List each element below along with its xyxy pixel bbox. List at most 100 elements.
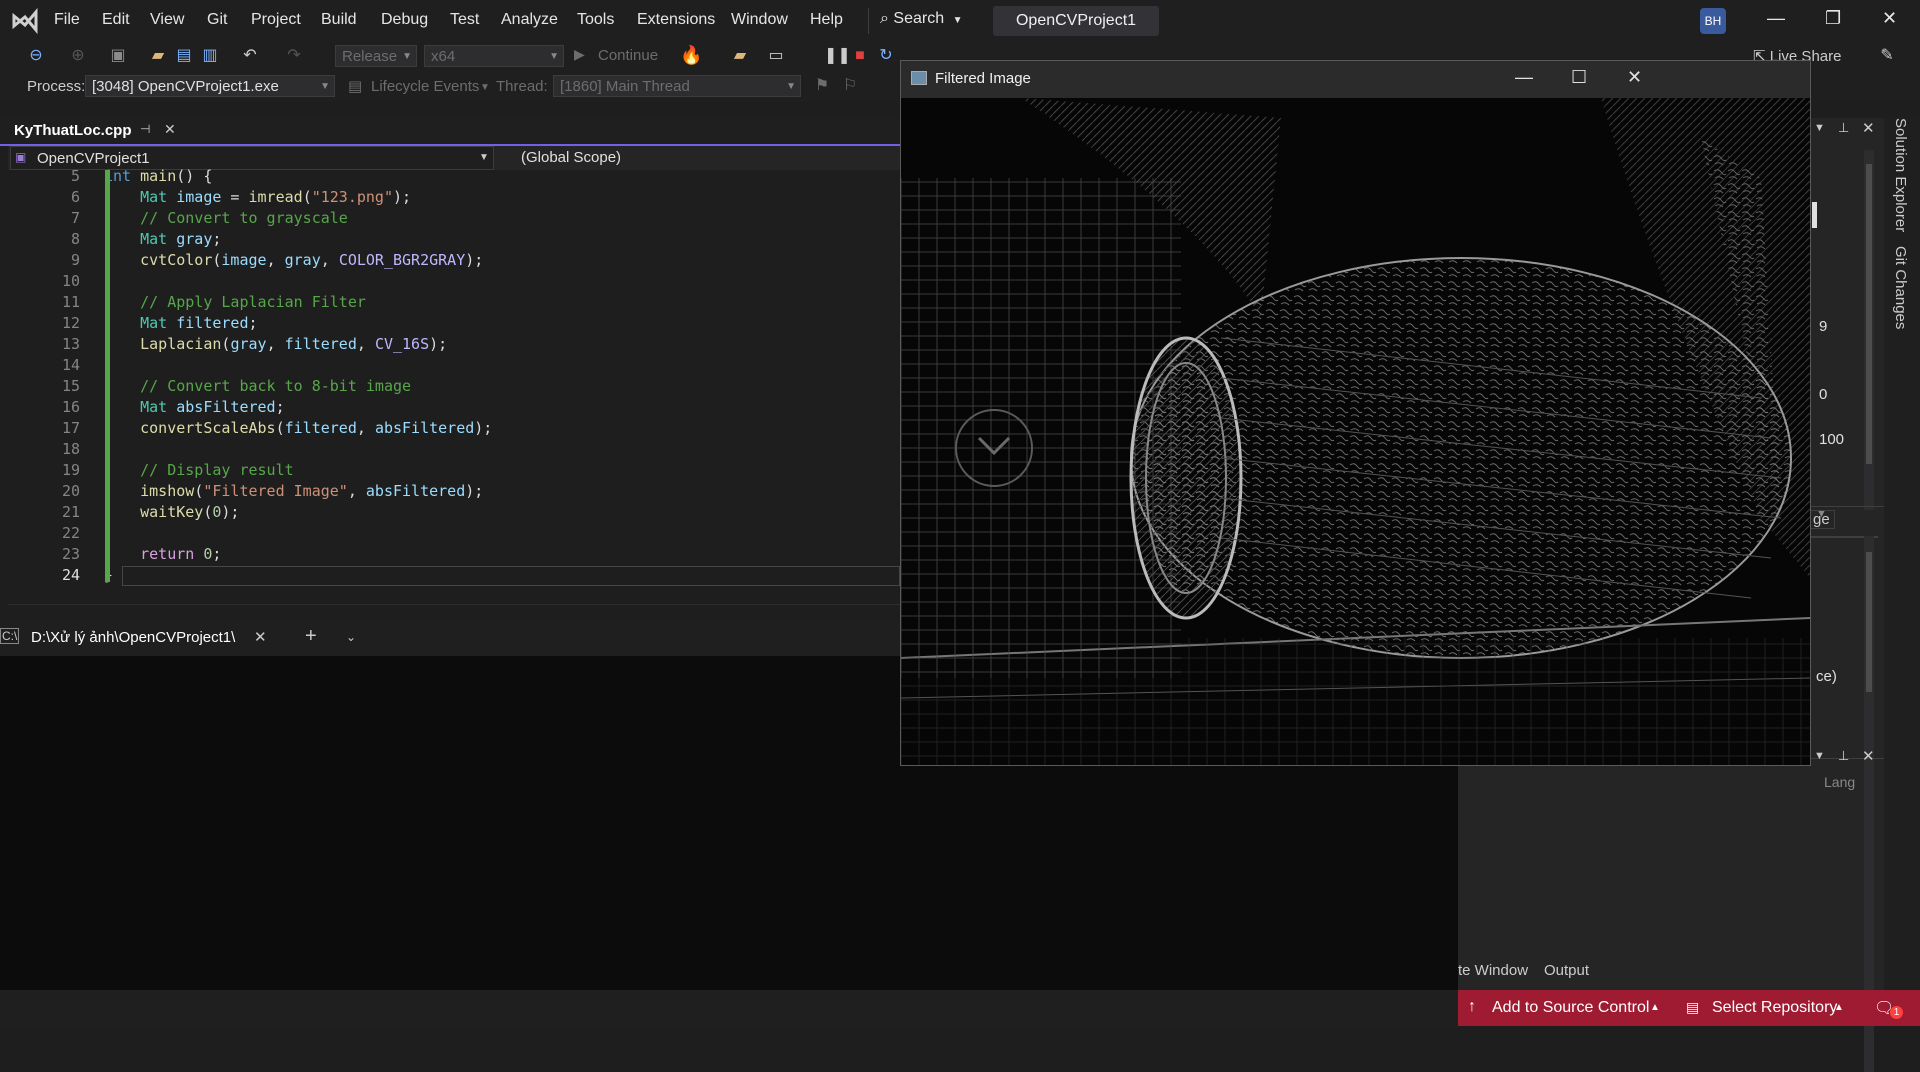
flag-icon[interactable]: ⚑ — [812, 76, 832, 96]
code-line[interactable]: Mat filtered; — [104, 314, 257, 332]
scrollbar-thumb[interactable] — [1866, 552, 1872, 692]
menu-git[interactable]: Git — [207, 11, 227, 29]
code-token: gray — [176, 230, 213, 248]
code-line[interactable]: Mat gray; — [104, 230, 221, 248]
undo-icon[interactable]: ↶ — [240, 46, 260, 66]
tab-output[interactable]: Output — [1544, 962, 1589, 979]
search-button[interactable]: ⌕ Search ▼ — [880, 10, 962, 28]
pin-icon[interactable]: ⊥ — [1838, 748, 1849, 764]
tab-kythuatloc-cpp[interactable]: KyThuatLoc.cpp ⊣ ✕ — [4, 118, 182, 144]
add-to-source-control-button[interactable]: Add to Source Control — [1492, 999, 1649, 1017]
flag-thread-icon[interactable]: ⚐ — [840, 76, 860, 96]
platform-select[interactable]: x64 ▼ — [424, 45, 564, 67]
chevron-down-icon[interactable]: ⌄ — [346, 630, 356, 644]
close-panel-icon[interactable]: ✕ — [1862, 119, 1875, 137]
code-line[interactable]: imshow("Filtered Image", absFiltered); — [104, 482, 483, 500]
code-line[interactable]: // Convert to grayscale — [104, 209, 348, 227]
stop-icon[interactable]: ■ — [850, 46, 870, 66]
menu-extensions[interactable]: Extensions — [637, 11, 715, 29]
redo-icon[interactable]: ↷ — [284, 46, 304, 66]
code-line[interactable]: Mat image = imread("123.png"); — [104, 188, 411, 206]
continue-icon[interactable]: ▶ — [574, 46, 585, 63]
panel-menu-icon[interactable]: ▼ — [1814, 750, 1825, 762]
filtered-image-window[interactable]: Filtered Image — ☐ ✕ — [900, 60, 1811, 766]
code-token: COLOR_BGR2GRAY — [338, 251, 466, 269]
terminal-tab[interactable]: C:\ D:\Xử lý ảnh\OpenCVProject1\ ✕ — [0, 620, 280, 656]
lifecycle-events-button[interactable]: Lifecycle Events — [371, 78, 479, 95]
code-line[interactable]: Mat absFiltered; — [104, 398, 285, 416]
panel-menu-icon[interactable]: ▼ — [1814, 122, 1825, 134]
code-editor[interactable]: 5 6 7 8 9 10 11 12 13 14 15 16 17 18 19 … — [8, 167, 900, 588]
menu-window[interactable]: Window — [731, 11, 788, 29]
menu-test[interactable]: Test — [450, 11, 479, 29]
pause-icon[interactable]: ❚❚ — [824, 46, 851, 66]
close-tab-icon[interactable]: ✕ — [164, 121, 176, 138]
tab-solution-explorer[interactable]: Solution Explorer — [1892, 118, 1909, 232]
scrollbar[interactable] — [1864, 150, 1874, 510]
new-terminal-icon[interactable]: + — [305, 625, 317, 648]
thread-select[interactable]: [1860] Main Thread ▼ — [553, 75, 801, 97]
pin-icon[interactable]: ⊣ — [140, 122, 150, 136]
menu-build[interactable]: Build — [321, 11, 357, 29]
close-icon[interactable]: ✕ — [1627, 67, 1642, 88]
tab-immediate-window[interactable]: te Window — [1458, 962, 1528, 979]
visual-studio-logo-icon — [12, 8, 38, 34]
menu-view[interactable]: View — [150, 11, 184, 29]
code-token: , — [347, 482, 366, 500]
process-select[interactable]: [3048] OpenCVProject1.exe ▼ — [85, 75, 335, 97]
maximize-icon[interactable]: ☐ — [1571, 67, 1587, 88]
line-number: 6 — [70, 188, 80, 206]
close-icon[interactable]: ✕ — [1882, 8, 1897, 29]
editor-divider — [8, 604, 900, 615]
minimize-icon[interactable]: — — [1767, 8, 1785, 29]
save-all-icon[interactable]: ▥ — [200, 46, 220, 66]
code-line[interactable]: waitKey(0); — [104, 503, 239, 521]
process-label: Process: — [27, 78, 86, 95]
restore-icon[interactable]: ❐ — [1825, 8, 1841, 29]
project-dropdown[interactable]: ▣ OpenCVProject1 ▼ — [10, 146, 494, 170]
folder-icon[interactable]: ▰ — [730, 46, 750, 66]
code-line[interactable]: // Display result — [104, 461, 294, 479]
code-line[interactable]: int main() { — [104, 167, 212, 185]
close-panel-icon[interactable]: ✕ — [1862, 747, 1875, 765]
feedback-icon[interactable]: ✎ — [1877, 46, 1897, 66]
menu-project[interactable]: Project — [251, 11, 301, 29]
scrollbar[interactable] — [1864, 772, 1874, 1072]
scrollbar-thumb[interactable] — [1866, 164, 1872, 464]
minimize-icon[interactable]: — — [1515, 67, 1533, 88]
menu-edit[interactable]: Edit — [102, 11, 130, 29]
code-line[interactable]: cvtColor(image, gray, COLOR_BGR2GRAY); — [104, 251, 483, 269]
account-avatar[interactable]: BH — [1700, 8, 1726, 34]
solution-name-badge[interactable]: OpenCVProject1 — [993, 6, 1159, 36]
code-line[interactable]: // Apply Laplacian Filter — [104, 293, 366, 311]
code-line[interactable]: return 0; — [104, 545, 221, 563]
diagnostic-icon[interactable]: ▭ — [766, 46, 786, 66]
tab-git-changes[interactable]: Git Changes — [1892, 246, 1909, 329]
select-repository-button[interactable]: Select Repository — [1712, 999, 1837, 1017]
menu-help[interactable]: Help — [810, 11, 843, 29]
continue-button[interactable]: Continue — [598, 47, 658, 64]
panel-tab-partial[interactable]: ge — [1808, 510, 1835, 529]
menu-debug[interactable]: Debug — [381, 11, 428, 29]
menu-tools[interactable]: Tools — [577, 11, 614, 29]
code-line[interactable]: convertScaleAbs(filtered, absFiltered); — [104, 419, 492, 437]
close-terminal-icon[interactable]: ✕ — [254, 628, 267, 646]
new-project-icon[interactable]: ▣ — [108, 46, 128, 66]
pin-icon[interactable]: ⊥ — [1838, 120, 1849, 136]
save-icon[interactable]: ▤ — [174, 46, 194, 66]
open-file-icon[interactable]: ▰ — [148, 46, 168, 66]
configuration-select[interactable]: Release ▼ — [335, 45, 417, 67]
hot-reload-icon[interactable]: 🔥 — [680, 45, 702, 66]
code-line[interactable]: // Convert back to 8-bit image — [104, 377, 411, 395]
navigate-forward-icon[interactable]: ⊕ — [68, 46, 88, 66]
menu-analyze[interactable]: Analyze — [501, 11, 558, 29]
image-window-titlebar[interactable]: Filtered Image — ☐ ✕ — [901, 61, 1810, 98]
scope-dropdown[interactable]: (Global Scope) — [521, 149, 621, 166]
menu-file[interactable]: File — [54, 11, 80, 29]
navigate-back-icon[interactable]: ⊖ — [26, 46, 46, 66]
restart-icon[interactable]: ↻ — [876, 46, 896, 66]
code-line[interactable]: Laplacian(gray, filtered, CV_16S); — [104, 335, 447, 353]
platform-value: x64 — [431, 48, 456, 65]
code-token: waitKey — [104, 503, 204, 521]
code-token: filtered — [176, 314, 249, 332]
